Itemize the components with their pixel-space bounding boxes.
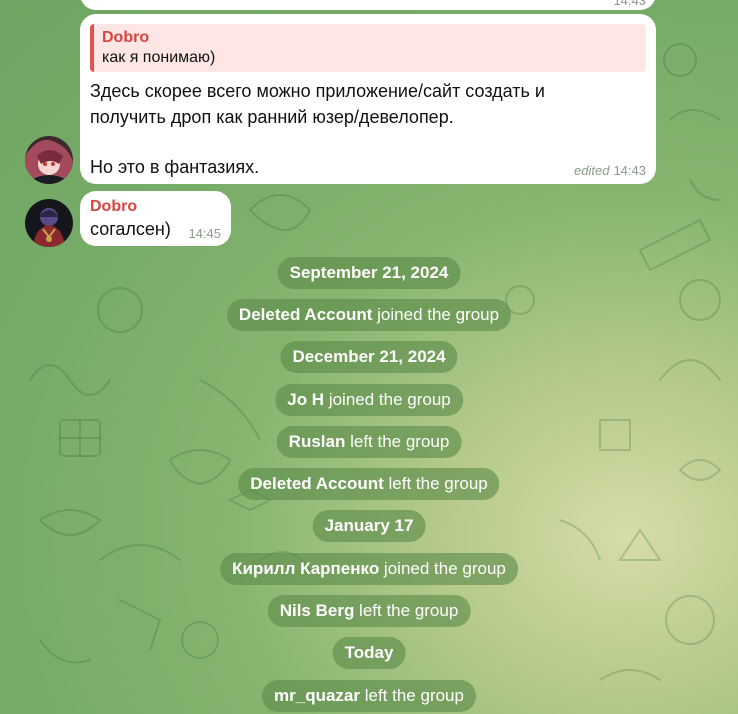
- date-separator: December 21, 2024: [280, 341, 458, 373]
- date-separator: January 17: [312, 510, 426, 542]
- quote-text: как я понимаю): [102, 49, 216, 66]
- message-text: Здесь скорее всего можно приложение/сайт…: [90, 78, 646, 180]
- service-user-name[interactable]: Jo H: [287, 390, 324, 409]
- service-message: Deleted Account joined the group: [226, 299, 512, 331]
- service-bold-text: September 21, 2024: [289, 263, 449, 282]
- service-message: Ruslan left the group: [276, 426, 462, 458]
- avatar[interactable]: [25, 199, 73, 247]
- date-separator: Today: [332, 637, 406, 669]
- message-line: получить дроп как ранний юзер/девелопер.: [90, 107, 454, 127]
- service-text: left the group: [345, 432, 450, 451]
- message-time: 14:43: [613, 0, 646, 8]
- service-bold-text: Today: [344, 643, 394, 662]
- message-time: 14:45: [188, 226, 221, 241]
- message-bubble[interactable]: Dobro согалсен) 14:45: [80, 191, 231, 246]
- message-bubble-edited[interactable]: Dobro как я понимаю) Здесь скорее всего …: [80, 14, 656, 184]
- service-user-name[interactable]: Deleted Account: [239, 305, 373, 324]
- date-separator: September 21, 2024: [277, 257, 461, 289]
- service-user-name[interactable]: Ruslan: [289, 432, 346, 451]
- edited-label: edited: [574, 163, 610, 178]
- service-bold-text: December 21, 2024: [292, 347, 446, 366]
- message-line: Здесь скорее всего можно приложение/сайт…: [90, 81, 545, 101]
- message-line: Но это в фантазиях.: [90, 157, 260, 177]
- service-text: joined the group: [324, 390, 451, 409]
- service-message: Nils Berg left the group: [267, 595, 471, 627]
- message-meta: edited 14:43: [574, 163, 646, 178]
- service-bold-text: January 17: [324, 516, 414, 535]
- avatar[interactable]: [25, 136, 73, 184]
- service-user-name[interactable]: Nils Berg: [280, 601, 355, 620]
- message-sender[interactable]: Dobro: [90, 197, 221, 217]
- service-message: Кирилл Карпенко joined the group: [220, 553, 518, 585]
- service-message: Jo H joined the group: [275, 384, 463, 416]
- message-time: 14:43: [613, 163, 646, 178]
- reply-quote[interactable]: Dobro как я понимаю): [90, 24, 646, 72]
- service-user-name[interactable]: mr_quazar: [274, 686, 360, 705]
- service-text: left the group: [383, 474, 488, 493]
- service-text: joined the group: [379, 559, 506, 578]
- user-avatar-icon: [25, 199, 73, 247]
- service-text: joined the group: [372, 305, 500, 324]
- service-user-name[interactable]: Кирилл Карпенко: [232, 559, 379, 578]
- service-message: Deleted Account left the group: [238, 468, 500, 500]
- quote-sender: Dobro: [102, 29, 150, 46]
- service-text: left the group: [354, 601, 459, 620]
- service-message: mr_quazar left the group: [262, 680, 476, 712]
- service-text: left the group: [360, 686, 464, 705]
- previous-message-bubble[interactable]: 14:43: [80, 0, 656, 10]
- user-avatar-icon: [25, 136, 73, 184]
- service-user-name[interactable]: Deleted Account: [250, 474, 384, 493]
